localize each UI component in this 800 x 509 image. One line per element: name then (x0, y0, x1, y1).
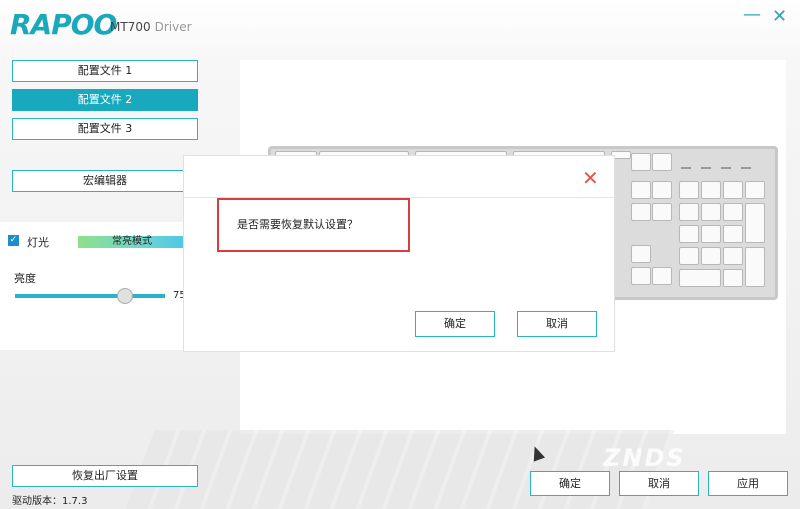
keyboard-background-graphic (125, 430, 675, 509)
dialog-close-icon[interactable]: ✕ (582, 166, 599, 190)
driver-version: 驱动版本：1.7.3 (12, 496, 88, 507)
close-window-button[interactable]: ✕ (772, 6, 787, 27)
factory-reset-button[interactable]: 恢复出厂设置 (12, 465, 198, 487)
dialog-message: 是否需要恢复默认设置？ (217, 198, 410, 252)
profile-2-button[interactable]: 配置文件 2 (12, 89, 198, 111)
brightness-slider-thumb[interactable] (117, 288, 133, 304)
profile-3-button[interactable]: 配置文件 3 (12, 118, 198, 140)
lighting-checkbox[interactable]: ✓ (8, 235, 19, 246)
profile-1-button[interactable]: 配置文件 1 (12, 60, 198, 82)
apply-button[interactable]: 应用 (708, 471, 788, 496)
macro-editor-button[interactable]: 宏编辑器 (12, 170, 198, 192)
lighting-mode-select[interactable]: 常亮模式 (78, 236, 186, 248)
znds-watermark: ZNDS (603, 444, 686, 472)
lighting-label: 灯光 (27, 236, 49, 249)
minimize-button[interactable]: — (743, 4, 761, 25)
restore-defaults-dialog: ✕ 是否需要恢复默认设置？ 确定 取消 (183, 155, 615, 352)
brightness-label: 亮度 (14, 272, 36, 285)
app-window: RAPOO MT700 Driver — ✕ 配置文件 1 配置文件 2 配置文件… (0, 0, 800, 509)
model-title: MT700 Driver (110, 20, 192, 34)
ok-button[interactable]: 确定 (530, 471, 610, 496)
brightness-slider-track[interactable] (15, 294, 165, 298)
cancel-button[interactable]: 取消 (619, 471, 699, 496)
dialog-cancel-button[interactable]: 取消 (517, 311, 597, 337)
rapoo-logo: RAPOO (10, 8, 117, 41)
driver-word: Driver (154, 20, 192, 34)
model-name: MT700 (110, 20, 151, 34)
dialog-confirm-button[interactable]: 确定 (415, 311, 495, 337)
